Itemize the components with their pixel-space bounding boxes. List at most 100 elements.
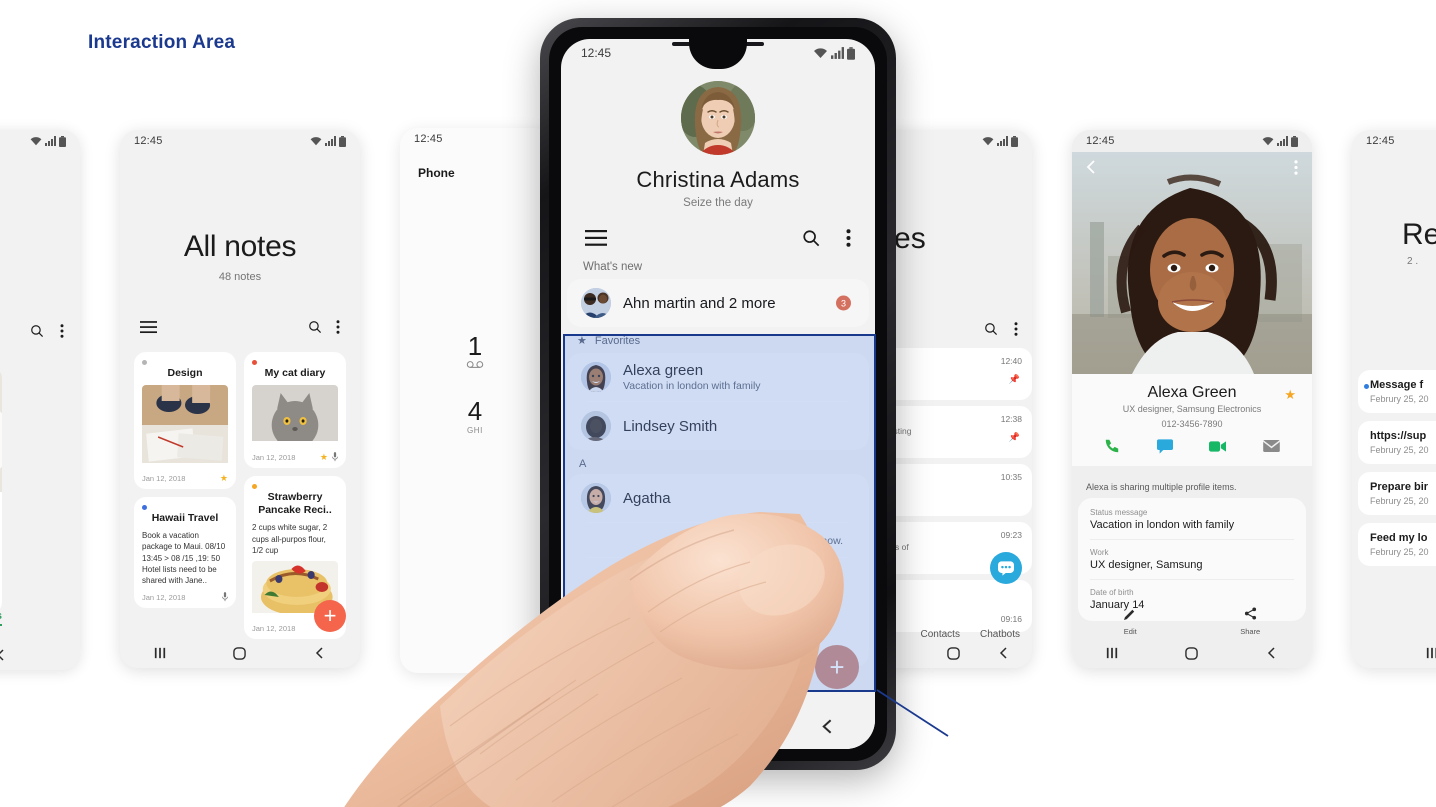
- star-icon: ★: [219, 473, 228, 484]
- dial-key-1[interactable]: 1: [430, 333, 520, 370]
- status-icons: [30, 135, 66, 147]
- more-vertical-icon[interactable]: [60, 324, 64, 338]
- star-filled-icon[interactable]: ★: [1284, 387, 1296, 403]
- search-icon[interactable]: [30, 324, 44, 338]
- more-vertical-icon[interactable]: [846, 229, 851, 247]
- more-vertical-icon[interactable]: [1014, 322, 1018, 336]
- more-vertical-icon[interactable]: [336, 320, 340, 334]
- page-title: All notes: [183, 230, 297, 263]
- back-chevron-icon[interactable]: [998, 647, 1010, 659]
- nav-bar: [561, 703, 875, 749]
- signal-icon: [1277, 136, 1288, 146]
- back-chevron-icon[interactable]: [0, 649, 7, 661]
- reminder-item[interactable]: Feed my lo Februry 25, 20: [1358, 523, 1436, 566]
- hamburger-menu-icon[interactable]: [585, 230, 607, 246]
- nav-bar: [120, 638, 360, 668]
- contact-name-card: Alexa Green ★ UX designer, Samsung Elect…: [1072, 374, 1312, 466]
- home-circle-icon[interactable]: [233, 646, 247, 660]
- reminder-title: Prepare bir: [1370, 481, 1429, 493]
- dial-key-4[interactable]: 4 GHI: [430, 398, 520, 435]
- note-card[interactable]: Design Jan 12, 2018 ★: [134, 352, 236, 490]
- recents-icon[interactable]: [1426, 647, 1436, 659]
- message-icon[interactable]: [1156, 438, 1173, 454]
- phone-bezel: 12:45 Christina Adams Seize the day What…: [549, 27, 887, 761]
- contact-list: Ahn martin and 2 more 3 ★ Favorites Alex…: [561, 279, 875, 667]
- note-card[interactable]: Hawaii Travel Book a vacation package to…: [134, 497, 236, 609]
- list-item[interactable]: now.: [567, 523, 869, 557]
- home-circle-icon[interactable]: [722, 717, 739, 735]
- status-icons: [813, 46, 855, 60]
- list-item[interactable]: Agatha: [567, 474, 869, 522]
- whats-new-card[interactable]: Ahn martin and 2 more 3: [567, 279, 869, 327]
- battery-icon: [59, 135, 66, 147]
- recents-icon[interactable]: [154, 647, 166, 659]
- microphone-icon: [332, 452, 338, 462]
- home-circle-icon[interactable]: [947, 646, 960, 660]
- nav-bar: [0, 640, 80, 670]
- tab-places[interactable]: Places: [0, 610, 2, 626]
- message-row[interactable]: 09:16: [872, 580, 1032, 632]
- battery-icon: [339, 135, 346, 147]
- home-circle-icon[interactable]: [1185, 646, 1199, 660]
- more-vertical-icon[interactable]: [1294, 160, 1298, 175]
- alpha-card: Agatha now. Green: [567, 474, 869, 667]
- note-thumbnail: [142, 385, 228, 468]
- messages-screen: essages nread message 12:40 📌 yant as th…: [872, 130, 1032, 668]
- call-icon[interactable]: [1104, 438, 1120, 454]
- interaction-callout: [876, 689, 949, 737]
- list-item-sub: Vacation in london with family: [623, 380, 761, 392]
- battery-icon: [1011, 135, 1018, 147]
- email-icon[interactable]: [1262, 440, 1280, 452]
- back-chevron-icon[interactable]: [1266, 647, 1278, 659]
- note-card[interactable]: My cat diary Jan 12, 2018 ★: [244, 352, 346, 469]
- contact-field[interactable]: Work UX designer, Samsung: [1090, 540, 1294, 580]
- reminder-item[interactable]: Prepare bir Februry 25, 20: [1358, 472, 1436, 515]
- recents-icon[interactable]: [1106, 647, 1118, 659]
- back-chevron-icon[interactable]: [820, 719, 835, 734]
- edit-button[interactable]: Edit: [1123, 607, 1137, 636]
- status-icons: [1262, 135, 1298, 147]
- reminder-item[interactable]: https://sup Februry 25, 20: [1358, 421, 1436, 464]
- back-chevron-icon[interactable]: [1086, 160, 1098, 174]
- contact-field[interactable]: Status message Vacation in london with f…: [1090, 500, 1294, 540]
- message-row[interactable]: 12:40 📌: [872, 348, 1032, 400]
- list-item[interactable]: Ahn martin and 2 more 3: [567, 279, 869, 327]
- wifi-icon: [982, 137, 994, 146]
- profile-name: Christina Adams: [636, 167, 800, 192]
- message-row[interactable]: yant as the most interesting 12:38 📌: [872, 406, 1032, 458]
- note-date: Jan 12, 2018: [142, 592, 186, 602]
- reminder-item[interactable]: Message f Februry 25, 20: [1358, 370, 1436, 413]
- list-item-partial-text: Green: [637, 641, 679, 658]
- reminder-title: Feed my lo: [1370, 532, 1428, 544]
- add-contact-fab[interactable]: +: [815, 645, 859, 689]
- note-footer: Jan 12, 2018 ★: [252, 452, 338, 462]
- list-item[interactable]: Alexa green Vacation in london with fami…: [567, 353, 869, 401]
- search-icon[interactable]: [802, 229, 820, 247]
- avatar[interactable]: [681, 81, 755, 155]
- contact-role: UX designer, Samsung Electronics: [1122, 404, 1262, 414]
- phone-frame: 12:45 Christina Adams Seize the day What…: [540, 18, 896, 770]
- status-bar: [0, 130, 80, 152]
- list-item[interactable]: Lindsey Smith: [567, 402, 869, 450]
- status-time: 12:45: [1366, 135, 1395, 147]
- back-chevron-icon[interactable]: [314, 647, 326, 659]
- contact-screen: 12:45 Alexa Green ★ UX designer, Samsung…: [1072, 130, 1312, 668]
- voicemail-icon: [430, 361, 520, 370]
- video-call-icon[interactable]: [1209, 440, 1227, 453]
- new-message-fab[interactable]: [990, 552, 1022, 584]
- signal-icon: [831, 47, 844, 59]
- nav-bar: [872, 638, 1032, 668]
- search-icon[interactable]: [308, 320, 322, 334]
- message-row[interactable]: 10:35: [872, 464, 1032, 516]
- shopping-screen: e $80 $48: [0, 130, 80, 670]
- add-note-fab[interactable]: +: [314, 600, 346, 632]
- share-button[interactable]: Share: [1240, 606, 1260, 636]
- favorites-card: Alexa green Vacation in london with fami…: [567, 353, 869, 450]
- hamburger-menu-icon[interactable]: [140, 320, 157, 334]
- wifi-icon: [30, 137, 42, 146]
- note-body: Book a vacation package to Maui. 08/10 1…: [142, 531, 226, 585]
- notes-grid: Design Jan 12, 2018 ★ Hawaii Travel Book…: [120, 352, 360, 639]
- notes-toolbar: [120, 320, 360, 334]
- search-icon[interactable]: [984, 322, 998, 336]
- notes-screen: 12:45 All notes 48 notes Design Jan 12, …: [120, 130, 360, 668]
